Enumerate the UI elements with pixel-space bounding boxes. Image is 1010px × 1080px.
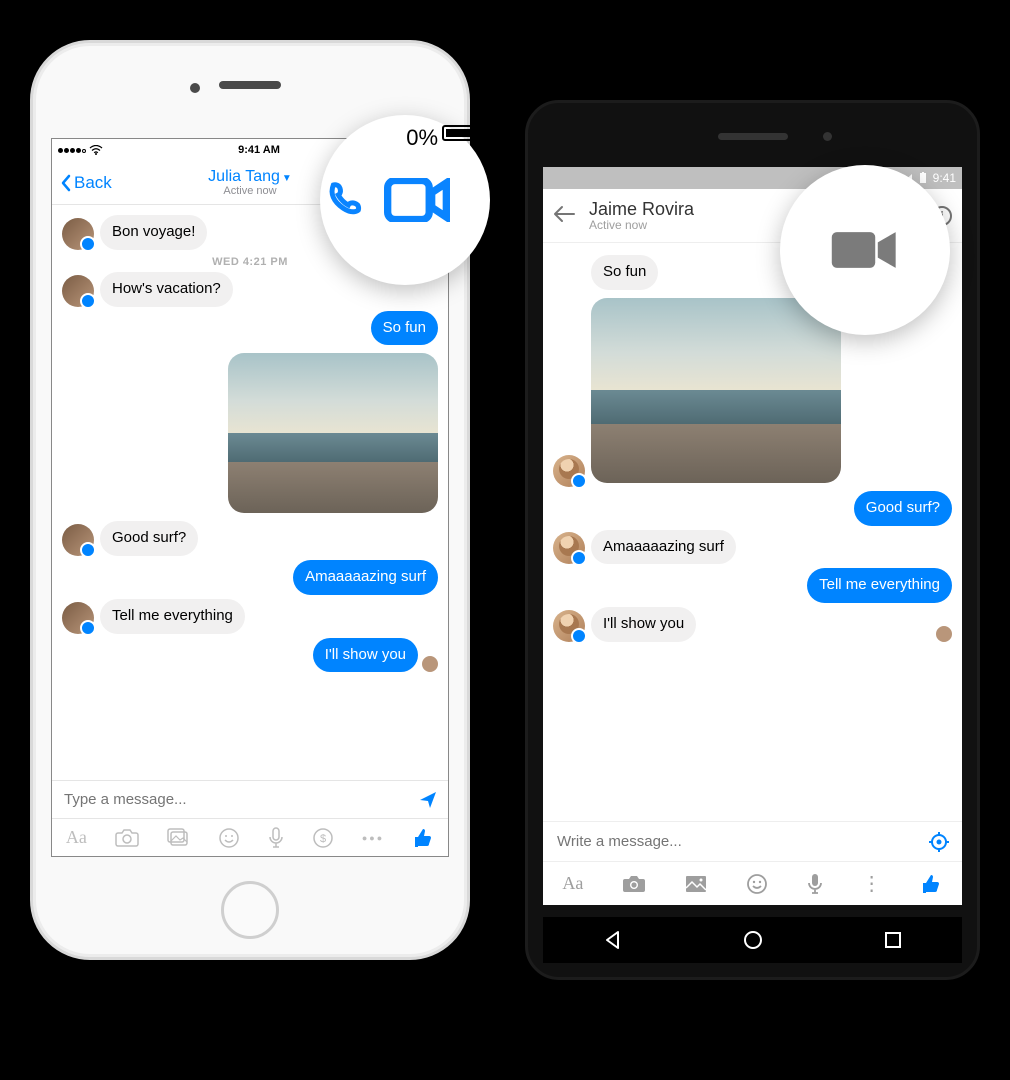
android-chat-body[interactable]: So fun Good surf? Amaaaaazing surf Tell …: [543, 243, 962, 825]
contact-status: Active now: [208, 185, 292, 197]
message-bubble-in[interactable]: How's vacation?: [100, 272, 233, 307]
zoom-battery-icon: [442, 125, 478, 141]
avatar[interactable]: [62, 602, 94, 634]
camera-icon[interactable]: [115, 828, 139, 848]
back-button[interactable]: [553, 203, 575, 229]
nav-back-icon[interactable]: [602, 929, 624, 951]
message-row: Good surf?: [62, 521, 438, 556]
delivery-avatar-icon: [422, 656, 438, 672]
avatar[interactable]: [553, 610, 585, 642]
message-row: I'll show you: [62, 638, 438, 673]
status-clock: 9:41 AM: [238, 144, 280, 156]
message-bubble-in[interactable]: So fun: [591, 255, 658, 290]
send-icon[interactable]: [418, 790, 438, 810]
message-bubble-out[interactable]: Tell me everything: [807, 568, 952, 603]
iphone-home-button[interactable]: [221, 881, 279, 939]
message-bubble-out[interactable]: So fun: [371, 311, 438, 346]
iphone-earpiece: [219, 81, 281, 89]
android-video-call-magnifier: [780, 165, 950, 335]
signal-dots-icon: [58, 144, 87, 156]
message-row: [62, 349, 438, 517]
message-bubble-out[interactable]: Good surf?: [854, 491, 952, 526]
zoom-battery-pct: 0%: [406, 125, 438, 151]
message-row: Amaaaaazing surf: [553, 530, 952, 565]
message-bubble-in[interactable]: Bon voyage!: [100, 215, 207, 250]
avatar[interactable]: [553, 532, 585, 564]
message-row: Amaaaaazing surf: [62, 560, 438, 595]
emoji-icon[interactable]: [746, 873, 768, 895]
status-left: [58, 144, 103, 156]
delivery-avatar-icon: [936, 626, 952, 642]
microphone-icon[interactable]: [268, 827, 284, 849]
message-photo[interactable]: [228, 353, 438, 513]
iphone-sensor: [190, 83, 200, 93]
message-bubble-out[interactable]: I'll show you: [313, 638, 418, 673]
header-title-wrap[interactable]: Julia Tang▼ Active now: [208, 168, 292, 198]
gallery-icon[interactable]: [167, 828, 191, 848]
more-button[interactable]: ●●●: [362, 833, 384, 843]
text-format-button[interactable]: Aa: [562, 873, 583, 894]
chevron-left-icon: [60, 174, 72, 192]
more-button[interactable]: ⋮: [862, 879, 882, 889]
message-row: I'll show you: [553, 607, 952, 642]
message-bubble-out[interactable]: Amaaaaazing surf: [293, 560, 438, 595]
text-format-button[interactable]: Aa: [66, 827, 87, 848]
compose-input[interactable]: [555, 832, 928, 851]
android-speaker: [718, 133, 788, 140]
ios-video-call-magnifier: 0%: [320, 115, 490, 285]
video-call-icon-zoom: [383, 178, 451, 222]
nav-recent-icon[interactable]: [883, 930, 903, 950]
thumbs-up-icon[interactable]: [412, 827, 434, 849]
wifi-icon: [89, 145, 103, 155]
message-bubble-in[interactable]: Good surf?: [100, 521, 198, 556]
caret-down-icon: ▼: [282, 173, 292, 184]
message-photo[interactable]: [591, 298, 841, 483]
thumbs-up-icon[interactable]: [920, 873, 942, 895]
android-system-nav: [543, 917, 962, 963]
location-target-icon[interactable]: [928, 831, 950, 853]
ios-compose-bar: [52, 780, 448, 818]
compose-input[interactable]: [62, 790, 418, 809]
camera-icon[interactable]: [622, 874, 646, 894]
message-row: Good surf?: [553, 491, 952, 526]
avatar[interactable]: [553, 455, 585, 487]
android-compose-toolbar: Aa ⋮: [543, 861, 962, 905]
avatar[interactable]: [62, 524, 94, 556]
android-camera-dot: [823, 132, 832, 141]
gallery-icon[interactable]: [685, 875, 707, 893]
message-bubble-in[interactable]: Tell me everything: [100, 599, 245, 634]
emoji-icon[interactable]: [218, 827, 240, 849]
contact-name-title: Julia Tang▼: [208, 168, 292, 186]
battery-icon: [919, 172, 927, 184]
message-row: Tell me everything: [62, 599, 438, 634]
message-bubble-in[interactable]: I'll show you: [591, 607, 696, 642]
phone-icon-zoom: [325, 178, 365, 222]
message-row: So fun: [62, 311, 438, 346]
ios-compose-toolbar: Aa $ ●●●: [52, 818, 448, 856]
message-row: Tell me everything: [553, 568, 952, 603]
nav-home-icon[interactable]: [742, 929, 764, 951]
android-compose-bar: [543, 821, 962, 861]
ios-chat-body[interactable]: Bon voyage! WED 4:21 PM How's vacation? …: [52, 205, 448, 780]
microphone-icon[interactable]: [807, 873, 823, 895]
message-bubble-in[interactable]: Amaaaaazing surf: [591, 530, 736, 565]
back-label: Back: [74, 173, 112, 193]
svg-text:$: $: [320, 833, 326, 845]
back-button[interactable]: Back: [60, 173, 112, 193]
avatar[interactable]: [62, 275, 94, 307]
avatar[interactable]: [62, 218, 94, 250]
arrow-left-icon: [553, 205, 575, 223]
payment-icon[interactable]: $: [312, 827, 334, 849]
video-call-icon-zoom: [830, 227, 900, 273]
status-clock: 9:41: [933, 171, 956, 185]
